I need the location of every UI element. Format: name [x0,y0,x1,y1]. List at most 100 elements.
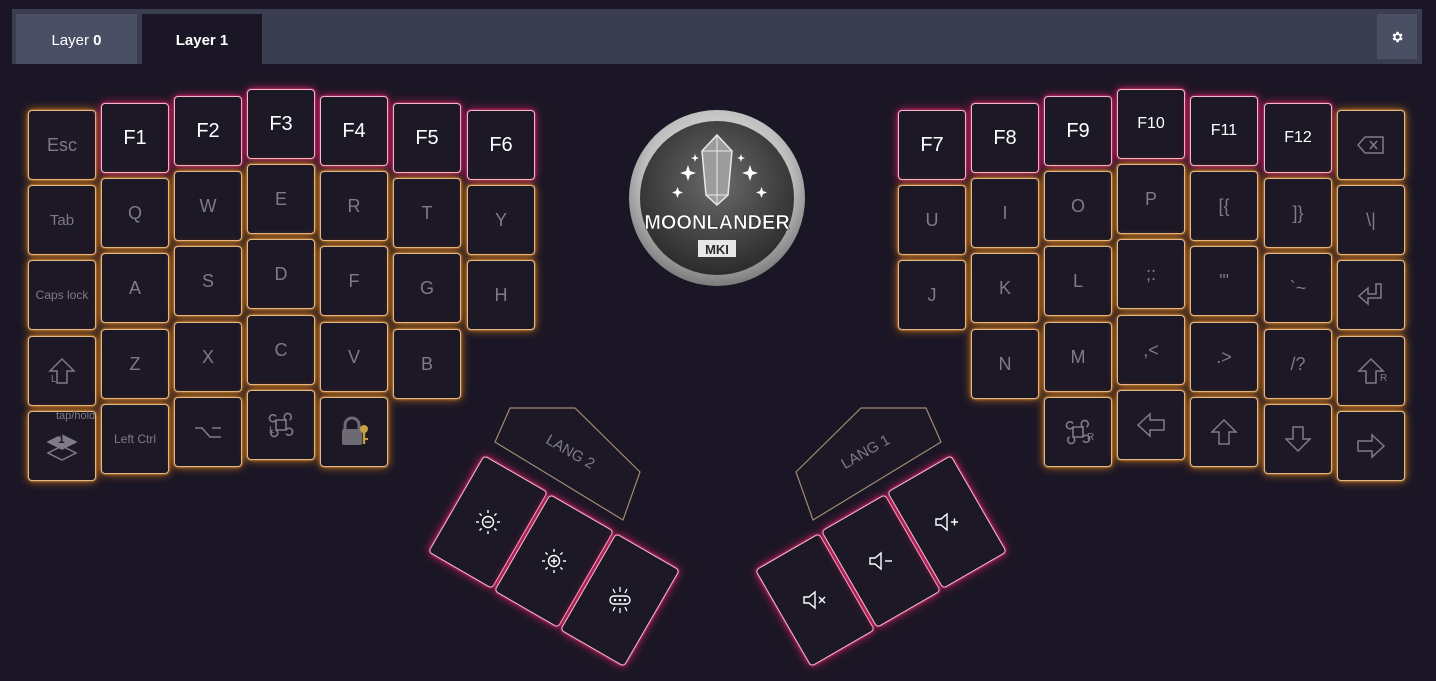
key-label: F [348,270,360,291]
right-indicator: R [1087,432,1095,443]
key-f1[interactable]: F1 [101,103,169,173]
key-label: F1 [123,126,147,149]
key-caps-lock[interactable]: Caps lock [28,260,96,330]
key-l[interactable]: L [1044,246,1112,316]
enter-icon [1357,283,1382,306]
key-left-cmd[interactable]: L [247,390,315,460]
key-f11[interactable]: F11 [1190,96,1258,166]
key-label: C [274,339,288,360]
key-arrow-up[interactable] [1190,397,1258,467]
key-x[interactable]: X [174,322,242,392]
key-i[interactable]: I [971,178,1039,248]
key-label: '" [1219,270,1229,291]
key-o[interactable]: O [1044,171,1112,241]
key-lock[interactable] [320,397,388,467]
moonlander-logo: MOONLANDER MKI [629,110,805,286]
key-semicolon[interactable]: ;: [1117,239,1185,309]
key-label: /? [1290,353,1306,374]
key-f7[interactable]: F7 [898,110,966,180]
key-c[interactable]: C [247,315,315,385]
key-k[interactable]: K [971,253,1039,323]
key-comma[interactable]: ,< [1117,315,1185,385]
key-e[interactable]: E [247,164,315,234]
key-f10[interactable]: F10 [1117,89,1185,159]
key-y[interactable]: Y [467,185,535,255]
key-grave[interactable]: `~ [1264,253,1332,323]
key-d[interactable]: D [247,239,315,309]
backspace-icon [1357,136,1384,154]
key-f3[interactable]: F3 [247,89,315,159]
key-left-ctrl[interactable]: Left Ctrl [101,404,169,474]
key-q[interactable]: Q [101,178,169,248]
key-period[interactable]: .> [1190,322,1258,392]
key-quote[interactable]: '" [1190,246,1258,316]
key-z[interactable]: Z [101,329,169,399]
key-esc[interactable]: Esc [28,110,96,180]
key-label: A [128,277,141,298]
key-enter[interactable] [1337,260,1405,330]
key-left-shift[interactable]: L [28,336,96,406]
key-f9[interactable]: F9 [1044,96,1112,166]
arrow-up-icon [1210,418,1238,445]
key-w[interactable]: W [174,171,242,241]
key-h[interactable]: H [467,260,535,330]
key-label: E [274,188,287,209]
key-left-bracket[interactable]: [{ [1190,171,1258,241]
key-arrow-down[interactable] [1264,404,1332,474]
key-b[interactable]: B [393,329,461,399]
key-slash[interactable]: /? [1264,329,1332,399]
key-f4[interactable]: F4 [320,96,388,166]
key-j[interactable]: J [898,260,966,330]
key-f8[interactable]: F8 [971,103,1039,173]
key-label: Tab [49,211,75,229]
key-backslash[interactable]: \| [1337,185,1405,255]
settings-button[interactable] [1377,14,1417,59]
arrow-left-icon [1136,412,1165,438]
key-right-cmd[interactable]: R [1044,397,1112,467]
key-label: F5 [415,126,439,149]
tab-layer-1[interactable]: Layer 1 [142,14,262,64]
key-t[interactable]: T [393,178,461,248]
volume-up-icon [935,512,958,532]
key-v[interactable]: V [320,322,388,392]
key-g[interactable]: G [393,253,461,323]
key-f2[interactable]: F2 [174,96,242,166]
tab-number: 0 [93,32,102,49]
layer-tab-bar: Layer 0 Layer 1 [12,9,1422,64]
key-arrow-right[interactable] [1337,411,1405,481]
key-f5[interactable]: F5 [393,103,461,173]
key-label: J [927,284,937,305]
key-label: Y [494,209,507,230]
key-tab[interactable]: Tab [28,185,96,255]
key-r[interactable]: R [320,171,388,241]
key-n[interactable]: N [971,329,1039,399]
key-a[interactable]: A [101,253,169,323]
brightness-down-icon [476,510,500,534]
key-label: L [1072,270,1083,291]
key-label: ,< [1143,339,1159,360]
key-label: F10 [1137,115,1165,132]
key-arrow-left[interactable] [1117,390,1185,460]
key-label: D [274,263,288,284]
key-f[interactable]: F [320,246,388,316]
key-backspace[interactable] [1337,110,1405,180]
key-p[interactable]: P [1117,164,1185,234]
brightness-up-icon [542,549,566,573]
key-label: W [199,195,217,216]
key-f12[interactable]: F12 [1264,103,1332,173]
option-icon [195,427,221,438]
key-s[interactable]: S [174,246,242,316]
key-label: Z [129,353,141,374]
key-label: G [419,277,434,298]
key-left-alt[interactable] [174,397,242,467]
key-label: S [201,270,214,291]
key-right-shift[interactable]: R [1337,336,1405,406]
tab-layer-0[interactable]: Layer 0 [16,14,137,64]
arrow-down-icon [1284,426,1312,453]
key-label: X [201,346,214,367]
key-f6[interactable]: F6 [467,110,535,180]
key-m[interactable]: M [1044,322,1112,392]
key-right-bracket[interactable]: ]} [1264,178,1332,248]
key-label: R [347,195,361,216]
key-u[interactable]: U [898,185,966,255]
